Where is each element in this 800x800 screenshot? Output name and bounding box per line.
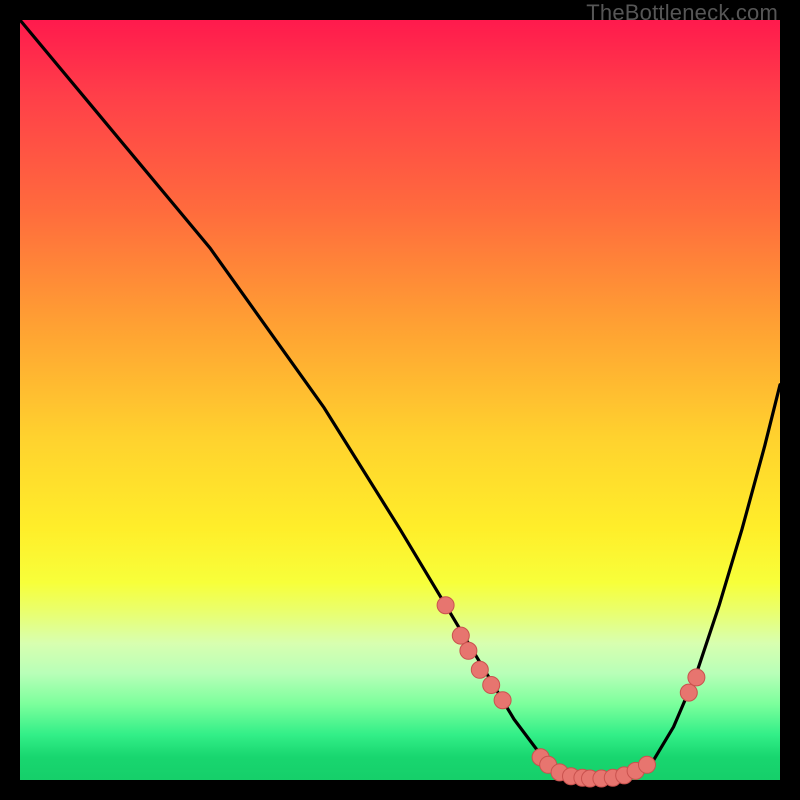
data-point [437,597,454,614]
data-point [494,692,511,709]
data-markers [437,597,705,787]
data-point [460,642,477,659]
chart-svg [20,20,780,780]
watermark-text: TheBottleneck.com [586,0,778,26]
data-point [471,661,488,678]
chart-frame: TheBottleneck.com [0,0,800,800]
data-point [639,756,656,773]
data-point [483,677,500,694]
data-point [452,627,469,644]
data-point [688,669,705,686]
bottleneck-curve [20,20,780,780]
data-point [680,684,697,701]
